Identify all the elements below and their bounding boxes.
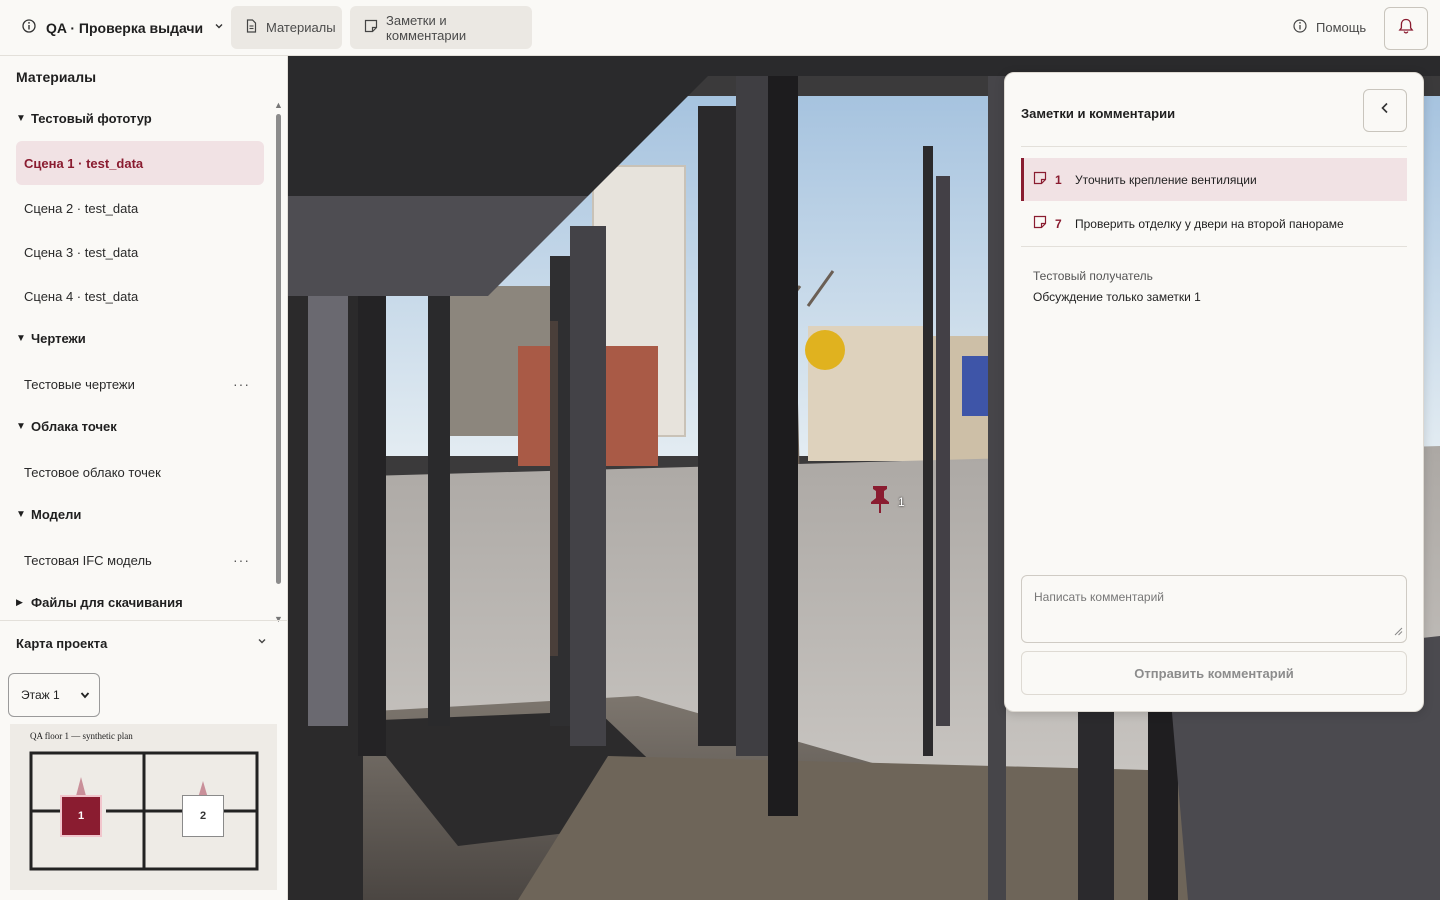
chevron-down-icon[interactable] (256, 634, 268, 652)
recipient-label: Тестовый получатель (1033, 269, 1153, 283)
collapsed-triangle-icon: ▶ (16, 597, 23, 607)
scene-item-4[interactable]: Сцена 4 · test_data (16, 274, 264, 318)
floor-select[interactable]: Этаж 1 (8, 673, 100, 717)
scene-label: Сцена 3 · test_data (24, 244, 139, 260)
notes-panel-title: Заметки и комментарии (1021, 106, 1176, 121)
group-label: Чертежи (31, 331, 86, 346)
scene-label: Сцена 4 · test_data (24, 288, 139, 304)
scene-item-1[interactable]: Сцена 1 · test_data (16, 141, 264, 185)
sidebar-heading: Материалы (16, 69, 97, 85)
notes-button[interactable]: Заметки и комментарии (350, 6, 532, 49)
group-point-clouds[interactable]: ▼ Облака точек (16, 419, 117, 434)
info-icon (22, 18, 36, 38)
notes-button-label: Заметки и комментарии (386, 12, 467, 43)
floor-plan-walls (29, 751, 259, 871)
note-text: Уточнить крепление вентиляции (1075, 172, 1257, 187)
top-bar: QA · Проверка выдачи Материалы Заметки и… (0, 0, 1440, 56)
floor-plan[interactable]: QA floor 1 — synthetic plan 1 2 (10, 724, 277, 890)
materials-button-label: Материалы (266, 20, 336, 35)
note-marker-label: 1 (898, 494, 905, 509)
group-label: Тестовый фототур (31, 111, 152, 126)
group-label: Файлы для скачивания (31, 595, 183, 610)
expanded-triangle-icon: ▼ (16, 421, 26, 432)
notifications-button[interactable] (1384, 7, 1428, 50)
group-label: Облака точек (31, 419, 117, 434)
collapse-panel-button[interactable] (1363, 89, 1407, 132)
resize-grip-icon[interactable] (1394, 625, 1403, 639)
materials-sidebar: Материалы ▼ Тестовый фототур Сцена 1 · t… (0, 56, 288, 900)
drawings-label: Тестовые чертежи (24, 376, 135, 392)
comment-placeholder: Написать комментарий (1034, 590, 1165, 604)
map-pin-label: 1 (77, 810, 85, 822)
chevron-down-icon (213, 19, 225, 37)
more-options-icon[interactable]: ··· (233, 376, 250, 392)
comment-input[interactable]: Написать комментарий (1021, 575, 1407, 643)
group-downloads[interactable]: ▶ Файлы для скачивания (16, 595, 183, 610)
scroll-up-arrow-icon[interactable]: ▲ (274, 100, 283, 110)
note-text: Проверить отделку у двери на второй пано… (1075, 216, 1344, 231)
scroll-down-arrow-icon[interactable]: ▼ (274, 614, 283, 624)
model-item[interactable]: Тестовая IFC модель ··· (16, 538, 264, 582)
group-photo-tour[interactable]: ▼ Тестовый фототур (16, 111, 152, 126)
project-map-title: Карта проекта (16, 636, 108, 651)
help-link[interactable]: Помощь (1293, 19, 1366, 36)
document-icon (245, 19, 258, 36)
info-icon (1293, 19, 1307, 36)
divider (1021, 246, 1407, 247)
scene-label: Сцена 2 · test_data (24, 200, 139, 216)
bell-icon (1397, 17, 1415, 40)
materials-button[interactable]: Материалы (231, 6, 342, 49)
chevron-left-icon (1378, 101, 1392, 120)
group-label: Модели (31, 507, 82, 522)
note-icon (1033, 171, 1047, 188)
notes-panel: Заметки и комментарии 1 Уточнить креплен… (1004, 72, 1424, 712)
scene-item-2[interactable]: Сцена 2 · test_data (16, 186, 264, 230)
scene-item-3[interactable]: Сцена 3 · test_data (16, 230, 264, 274)
note-id: 1 (1055, 172, 1062, 187)
send-comment-button[interactable]: Отправить комментарий (1021, 651, 1407, 695)
divider (0, 620, 287, 621)
project-switcher[interactable]: QA · Проверка выдачи (22, 17, 225, 39)
note-id: 7 (1055, 216, 1062, 231)
map-pin-2[interactable]: 2 (182, 795, 224, 837)
note-icon (1033, 215, 1047, 232)
floor-select-value: Этаж 1 (21, 688, 60, 702)
pushpin-icon (868, 484, 892, 519)
chevron-down-icon (79, 689, 91, 704)
map-pin-label: 2 (199, 810, 207, 822)
project-title: QA · Проверка выдачи (46, 20, 204, 36)
expanded-triangle-icon: ▼ (16, 113, 26, 124)
group-models[interactable]: ▼ Модели (16, 507, 81, 522)
expanded-triangle-icon: ▼ (16, 509, 26, 520)
point-cloud-label: Тестовое облако точек (24, 464, 161, 480)
note-marker[interactable]: 1 (868, 484, 905, 519)
help-label: Помощь (1316, 20, 1367, 35)
note-item-1[interactable]: 1 Уточнить крепление вентиляции (1021, 158, 1407, 201)
more-options-icon[interactable]: ··· (233, 552, 250, 568)
point-cloud-item[interactable]: Тестовое облако точек (16, 450, 264, 494)
scene-label: Сцена 1 · test_data (24, 155, 144, 171)
scrollbar-thumb[interactable] (276, 114, 281, 584)
note-item-7[interactable]: 7 Проверить отделку у двери на второй па… (1021, 202, 1407, 245)
model-label: Тестовая IFC модель (24, 552, 152, 568)
drawings-item[interactable]: Тестовые чертежи ··· (16, 362, 264, 406)
divider (1021, 146, 1407, 147)
map-pin-1[interactable]: 1 (60, 795, 102, 837)
discussion-label: Обсуждение только заметки 1 (1033, 290, 1201, 304)
note-icon (364, 19, 378, 36)
sidebar-scrollbar[interactable]: ▲ ▼ (274, 100, 284, 624)
expanded-triangle-icon: ▼ (16, 333, 26, 344)
group-drawings[interactable]: ▼ Чертежи (16, 331, 86, 346)
